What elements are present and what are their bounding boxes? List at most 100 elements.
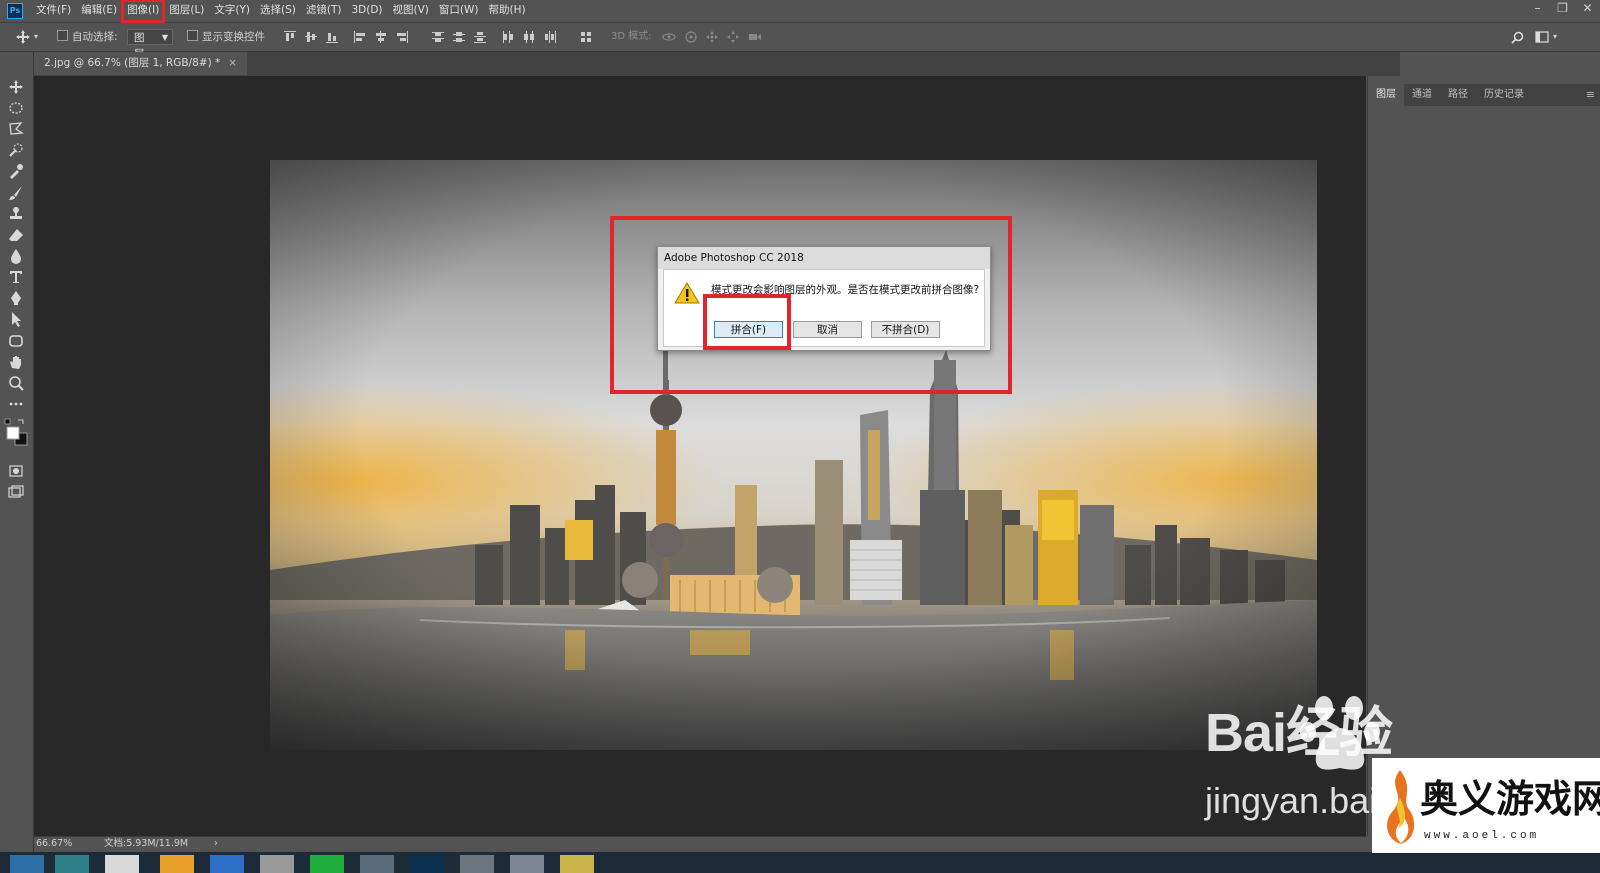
chevron-down-icon[interactable]: ▾ — [34, 23, 38, 51]
menu-file[interactable]: 文件(F) — [31, 0, 76, 22]
taskbar-app-icon[interactable] — [460, 855, 494, 873]
panel-menu-icon[interactable]: ≡ — [1586, 84, 1595, 106]
lasso-tool-icon[interactable] — [8, 121, 24, 137]
zoom-level[interactable]: 66.67% — [36, 837, 72, 851]
type-tool-icon[interactable] — [8, 269, 24, 285]
dont-flatten-button[interactable]: 不拼合(D) — [871, 321, 940, 338]
checkbox-icon[interactable] — [187, 30, 198, 41]
checkbox-icon[interactable] — [57, 30, 68, 41]
workspace-icon[interactable] — [1535, 31, 1549, 43]
cancel-button[interactable]: 取消 — [793, 321, 862, 338]
window-controls: – ❐ ✕ — [1525, 0, 1600, 20]
taskbar-app-icon[interactable] — [160, 855, 194, 873]
chevron-down-icon: ▼ — [161, 33, 168, 42]
quick-mask-icon[interactable] — [8, 463, 24, 479]
taskbar-app-icon[interactable] — [360, 855, 394, 873]
stamp-tool-icon[interactable] — [8, 206, 24, 222]
document-tab[interactable]: 2.jpg @ 66.7% (图层 1, RGB/8#) * × — [34, 52, 248, 75]
menu-window[interactable]: 窗口(W) — [434, 0, 484, 22]
taskbar-app-icon[interactable] — [105, 855, 139, 873]
close-button[interactable]: ✕ — [1575, 0, 1600, 18]
distribute-top-icon[interactable] — [432, 31, 444, 43]
distribute-left-icon[interactable] — [502, 31, 514, 43]
auto-select-checkbox[interactable]: 自动选择: — [57, 23, 118, 51]
align-vcenter-icon[interactable] — [305, 31, 317, 43]
distribute-hcenter-icon[interactable] — [523, 31, 535, 43]
brush-tool-icon[interactable] — [8, 185, 24, 201]
menu-edit[interactable]: 编辑(E) — [76, 0, 122, 22]
minimize-button[interactable]: – — [1525, 0, 1550, 18]
align-hcenter-icon[interactable] — [375, 31, 387, 43]
status-menu-arrow-icon[interactable]: › — [214, 837, 218, 851]
3d-camera-icon[interactable] — [748, 31, 762, 43]
distribute-vcenter-icon[interactable] — [453, 31, 465, 43]
auto-align-icon[interactable] — [580, 31, 592, 43]
move-tool-icon[interactable] — [16, 30, 30, 44]
show-transform-label: 显示变换控件 — [202, 31, 265, 43]
distribute-bottom-icon[interactable] — [474, 31, 486, 43]
3d-slide-icon[interactable] — [727, 31, 739, 43]
restore-button[interactable]: ❐ — [1550, 0, 1575, 18]
taskbar-app-icon[interactable] — [210, 855, 244, 873]
auto-select-label: 自动选择: — [72, 31, 118, 43]
tools-panel — [0, 52, 34, 852]
blur-tool-icon[interactable] — [8, 248, 24, 264]
tab-history[interactable]: 历史记录 — [1476, 84, 1532, 106]
menu-view[interactable]: 视图(V) — [388, 0, 434, 22]
status-bar: 66.67% 文档:5.93M/11.9M › — [34, 836, 1367, 853]
menu-items: 文件(F) 编辑(E) 图像(I) 图层(L) 文字(Y) 选择(S) 滤镜(T… — [31, 0, 531, 23]
align-left-icon[interactable] — [354, 31, 366, 43]
tab-paths[interactable]: 路径 — [1440, 84, 1476, 106]
shape-tool-icon[interactable] — [8, 333, 24, 349]
path-select-tool-icon[interactable] — [8, 311, 24, 327]
distribute-right-icon[interactable] — [544, 31, 556, 43]
pen-tool-icon[interactable] — [8, 290, 24, 306]
taskbar-app-icon[interactable] — [560, 855, 594, 873]
dialog-title: Adobe Photoshop CC 2018 — [658, 247, 990, 269]
tab-channels[interactable]: 通道 — [1404, 84, 1440, 106]
menu-image[interactable]: 图像(I) — [121, 0, 166, 23]
taskbar-app-icon[interactable] — [55, 855, 89, 873]
menu-3d[interactable]: 3D(D) — [346, 0, 387, 22]
taskbar-app-icon[interactable] — [310, 855, 344, 873]
align-right-icon[interactable] — [396, 31, 408, 43]
align-bottom-icon[interactable] — [326, 31, 338, 43]
menu-select[interactable]: 选择(S) — [255, 0, 301, 22]
auto-select-dropdown[interactable]: 图层▼ — [127, 29, 173, 60]
align-top-icon[interactable] — [284, 31, 296, 43]
menu-help[interactable]: 帮助(H) — [484, 0, 531, 22]
document-tab-bar: 2.jpg @ 66.7% (图层 1, RGB/8#) * × — [34, 52, 1400, 76]
aoel-site-name: 奥义游戏网 — [1420, 776, 1600, 821]
screen-mode-icon[interactable] — [8, 484, 24, 500]
chevron-down-icon[interactable]: ▾ — [1553, 23, 1557, 51]
flatten-button-highlight — [703, 294, 791, 350]
move-tool-icon[interactable] — [8, 79, 24, 95]
close-icon[interactable]: × — [228, 57, 237, 69]
document-tab-title: 2.jpg @ 66.7% (图层 1, RGB/8#) * — [44, 57, 221, 69]
taskbar-app-icon[interactable] — [260, 855, 294, 873]
tab-layers[interactable]: 图层 — [1368, 84, 1404, 106]
menu-layer[interactable]: 图层(L) — [164, 0, 209, 22]
color-swatches-icon[interactable] — [4, 418, 28, 448]
marquee-tool-icon[interactable] — [8, 100, 24, 116]
taskbar-app-icon[interactable] — [510, 855, 544, 873]
3d-mode-label: 3D 模式: — [611, 31, 652, 42]
3d-orbit-icon[interactable] — [662, 31, 676, 43]
hand-tool-icon[interactable] — [8, 354, 24, 370]
show-transform-checkbox[interactable]: 显示变换控件 — [187, 23, 265, 51]
3d-pan-icon[interactable] — [706, 31, 718, 43]
start-icon[interactable] — [10, 855, 44, 873]
quick-select-tool-icon[interactable] — [8, 142, 24, 158]
zoom-tool-icon[interactable] — [8, 375, 24, 391]
menu-filter[interactable]: 滤镜(T) — [301, 0, 347, 22]
3d-roll-icon[interactable] — [685, 31, 697, 43]
menu-type[interactable]: 文字(Y) — [209, 0, 255, 22]
taskbar-photoshop-icon[interactable] — [410, 855, 444, 873]
options-bar: ▾ 自动选择: 图层▼ 显示变换控件 3D 模式: ▾ — [0, 23, 1600, 60]
jingyan-watermark: jingyan.bai — [1205, 780, 1378, 821]
eyedropper-tool-icon[interactable] — [8, 163, 24, 179]
search-icon[interactable] — [1511, 31, 1524, 44]
warning-icon — [674, 282, 700, 304]
more-tools-icon[interactable] — [8, 396, 24, 412]
eraser-tool-icon[interactable] — [8, 227, 24, 243]
